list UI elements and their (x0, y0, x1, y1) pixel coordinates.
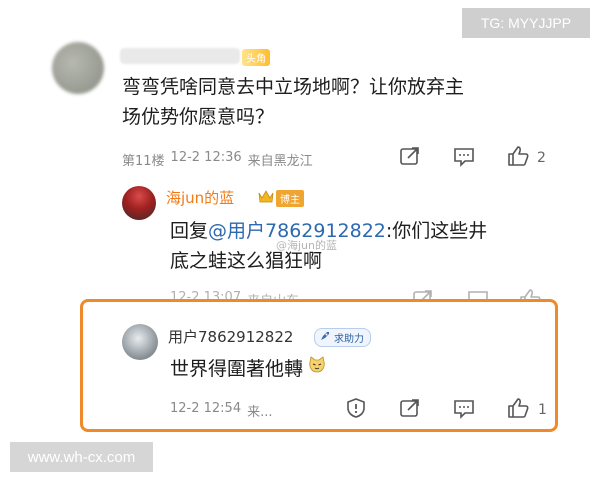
crown-icon (258, 189, 274, 203)
comment-icon[interactable] (453, 147, 475, 167)
blogger-badge: 博主 (276, 190, 304, 207)
reply-text-rest: :你们这些井 (385, 220, 488, 242)
share-icon[interactable] (399, 146, 421, 166)
username-blurred[interactable] (120, 48, 240, 64)
avatar-blogger[interactable] (122, 186, 156, 220)
comment-time: 12-2 12:36 (170, 150, 242, 165)
blogger-username[interactable]: 海jun的蓝 (166, 187, 234, 208)
comment-location: 来自黑龙江 (247, 154, 313, 169)
like-count: 2 (537, 150, 546, 166)
floor-number: 第11楼 (122, 154, 165, 169)
avatar-blurred[interactable] (52, 42, 104, 94)
comment-text-line1: 弯弯凭啥同意去中立场地啊？让你放弃主 (122, 76, 465, 98)
comment-meta: 第11楼 12-2 12:36 来自黑龙江 (122, 150, 313, 169)
comment-text: 弯弯凭啥同意去中立场地啊？让你放弃主 场优势你愿意吗？ (122, 72, 464, 132)
like-icon[interactable] (506, 145, 530, 167)
image-watermark: @海jun的蓝 (276, 239, 337, 252)
site-watermark: www.wh-cx.com (10, 442, 153, 472)
reply-prefix: 回复 (170, 220, 209, 242)
comment-text-line2: 场优势你愿意吗？ (122, 106, 275, 128)
level-badge: 头角 (242, 49, 270, 66)
tg-watermark: TG: MYYJJPP (462, 8, 590, 38)
highlight-box (80, 299, 558, 432)
